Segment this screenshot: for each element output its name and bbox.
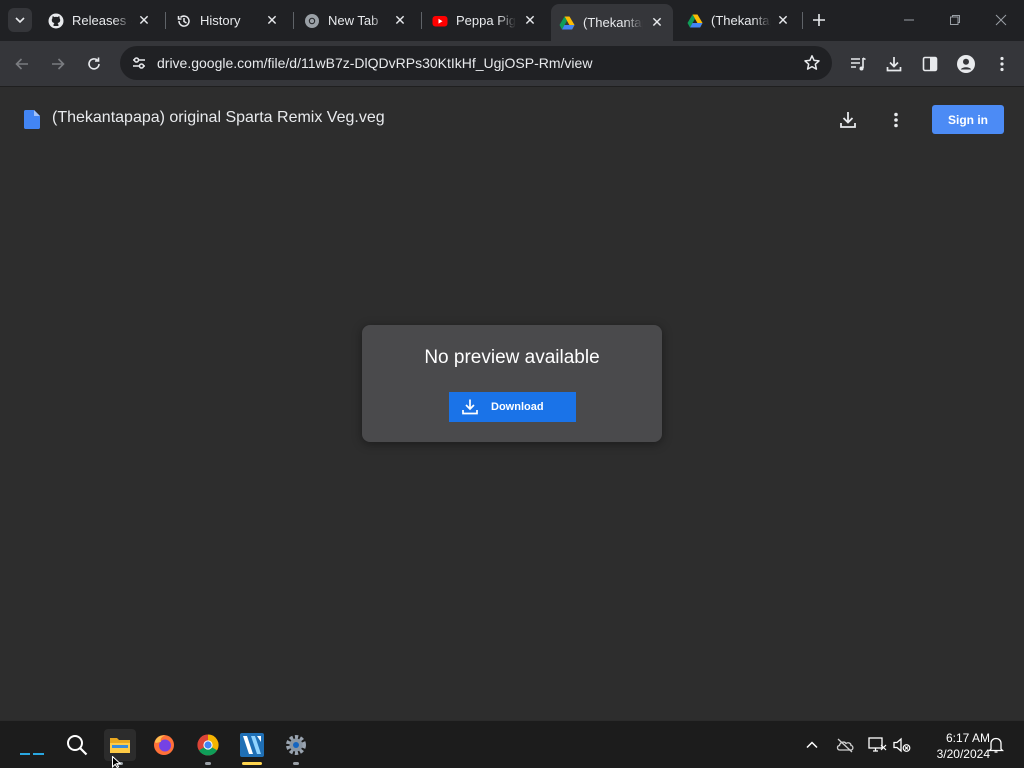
system-clock[interactable]: 6:17 AM 3/20/2024 [920, 730, 990, 762]
tab-releases[interactable]: Releases · ✕ [40, 6, 160, 35]
tab-strip: Releases · ✕ History ✕ New Tab ✕ Peppa P… [0, 0, 1024, 41]
plus-icon [813, 14, 825, 26]
tab-peppa-pig[interactable]: Peppa Pig ✕ [424, 6, 546, 35]
new-tab-button[interactable] [807, 8, 831, 32]
history-icon [176, 13, 192, 29]
reload-button[interactable] [78, 48, 110, 80]
close-tab-icon[interactable]: ✕ [649, 14, 665, 31]
download-button[interactable]: Download [449, 392, 576, 422]
url-text: drive.google.com/file/d/11wB7z-DlQDvRPs3… [157, 55, 593, 71]
drive-header: (Thekantapapa) original Sparta Remix Veg… [0, 88, 1024, 150]
notifications-button[interactable] [985, 734, 1007, 756]
network-tray-icon[interactable] [866, 734, 888, 756]
tab-new-tab[interactable]: New Tab ✕ [296, 6, 416, 35]
arrow-left-icon [15, 58, 28, 70]
close-tab-icon[interactable]: ✕ [522, 12, 538, 29]
chevron-down-icon [15, 17, 25, 24]
taskbar-settings[interactable] [280, 729, 312, 765]
tab-drive[interactable]: (Thekantap ✕ [679, 6, 799, 35]
tab-title: New Tab [328, 13, 379, 28]
mouse-cursor-icon [112, 756, 122, 768]
close-window-button[interactable] [978, 4, 1024, 36]
download-file-button[interactable] [834, 106, 862, 134]
chevron-up-icon [806, 741, 818, 749]
more-vert-icon [894, 112, 898, 128]
video-editor-icon [240, 733, 264, 757]
active-indicator [242, 762, 262, 765]
restore-button[interactable] [932, 4, 978, 36]
sign-in-button[interactable]: Sign in [932, 105, 1004, 134]
search-icon [67, 735, 88, 756]
download-button-label: Download [491, 401, 544, 413]
volume-muted-tray-icon[interactable] [891, 734, 913, 756]
back-button[interactable] [6, 48, 38, 80]
document-file-icon [24, 110, 40, 129]
profile-avatar-icon[interactable] [954, 52, 978, 76]
close-tab-icon[interactable]: ✕ [264, 12, 280, 29]
forward-button[interactable] [42, 48, 74, 80]
running-indicator [293, 762, 299, 765]
minimize-icon [904, 19, 914, 21]
no-preview-card: No preview available Download [362, 325, 662, 442]
chrome-icon [304, 13, 320, 29]
chrome-icon [197, 734, 219, 756]
close-tab-icon[interactable]: ✕ [136, 12, 152, 29]
start-icon [20, 753, 44, 755]
tab-title: Peppa Pig [456, 13, 516, 28]
google-drive-icon [687, 13, 703, 29]
tab-separator [165, 12, 166, 29]
windows-taskbar: 6:17 AM 3/20/2024 [0, 720, 1024, 768]
github-icon [48, 13, 64, 29]
minimize-button[interactable] [886, 4, 932, 36]
firefox-icon [154, 735, 174, 755]
taskbar-firefox[interactable] [148, 729, 180, 761]
tab-title: (Thekantap [711, 13, 771, 28]
google-drive-icon [559, 15, 575, 31]
taskbar-search-button[interactable] [61, 729, 93, 761]
tab-title: (Thekantap [583, 15, 643, 30]
no-preview-message: No preview available [424, 347, 600, 368]
reload-icon [88, 57, 100, 70]
file-explorer-icon [110, 738, 130, 753]
close-tab-icon[interactable]: ✕ [775, 12, 791, 29]
restore-icon [950, 15, 960, 25]
bell-icon [988, 737, 1004, 753]
tab-title: Releases · [72, 13, 132, 28]
arrow-right-icon [52, 58, 65, 70]
side-panel-icon[interactable] [918, 52, 942, 76]
downloads-icon[interactable] [882, 52, 906, 76]
tab-separator [421, 12, 422, 29]
show-hidden-icons-button[interactable] [801, 734, 823, 756]
media-controls-icon[interactable] [846, 52, 870, 76]
tab-search-button[interactable] [8, 8, 32, 32]
download-icon [462, 399, 478, 415]
download-icon [840, 112, 856, 128]
tab-separator [802, 12, 803, 29]
tab-separator [293, 12, 294, 29]
close-icon [995, 14, 1007, 26]
running-indicator [205, 762, 211, 765]
file-title: (Thekantapapa) original Sparta Remix Veg… [52, 109, 385, 126]
clock-date: 3/20/2024 [936, 747, 990, 761]
browser-toolbar: drive.google.com/file/d/11wB7z-DlQDvRPs3… [0, 41, 1024, 87]
tab-drive-active[interactable]: (Thekantap ✕ [551, 4, 673, 41]
more-options-button[interactable] [882, 106, 910, 134]
bookmark-star-icon[interactable] [802, 53, 822, 73]
close-tab-icon[interactable]: ✕ [392, 12, 408, 29]
tab-history[interactable]: History ✕ [168, 6, 288, 35]
browser-menu-icon[interactable] [990, 52, 1014, 76]
clock-time: 6:17 AM [945, 731, 990, 745]
tab-title: History [200, 13, 241, 28]
start-button[interactable] [16, 729, 48, 761]
site-info-icon[interactable] [128, 52, 150, 74]
onedrive-tray-icon[interactable] [834, 734, 856, 756]
taskbar-video-editor[interactable] [236, 729, 268, 765]
settings-icon [286, 735, 306, 755]
youtube-icon [432, 13, 448, 29]
taskbar-chrome[interactable] [192, 729, 224, 765]
address-bar[interactable]: drive.google.com/file/d/11wB7z-DlQDvRPs3… [120, 46, 832, 80]
